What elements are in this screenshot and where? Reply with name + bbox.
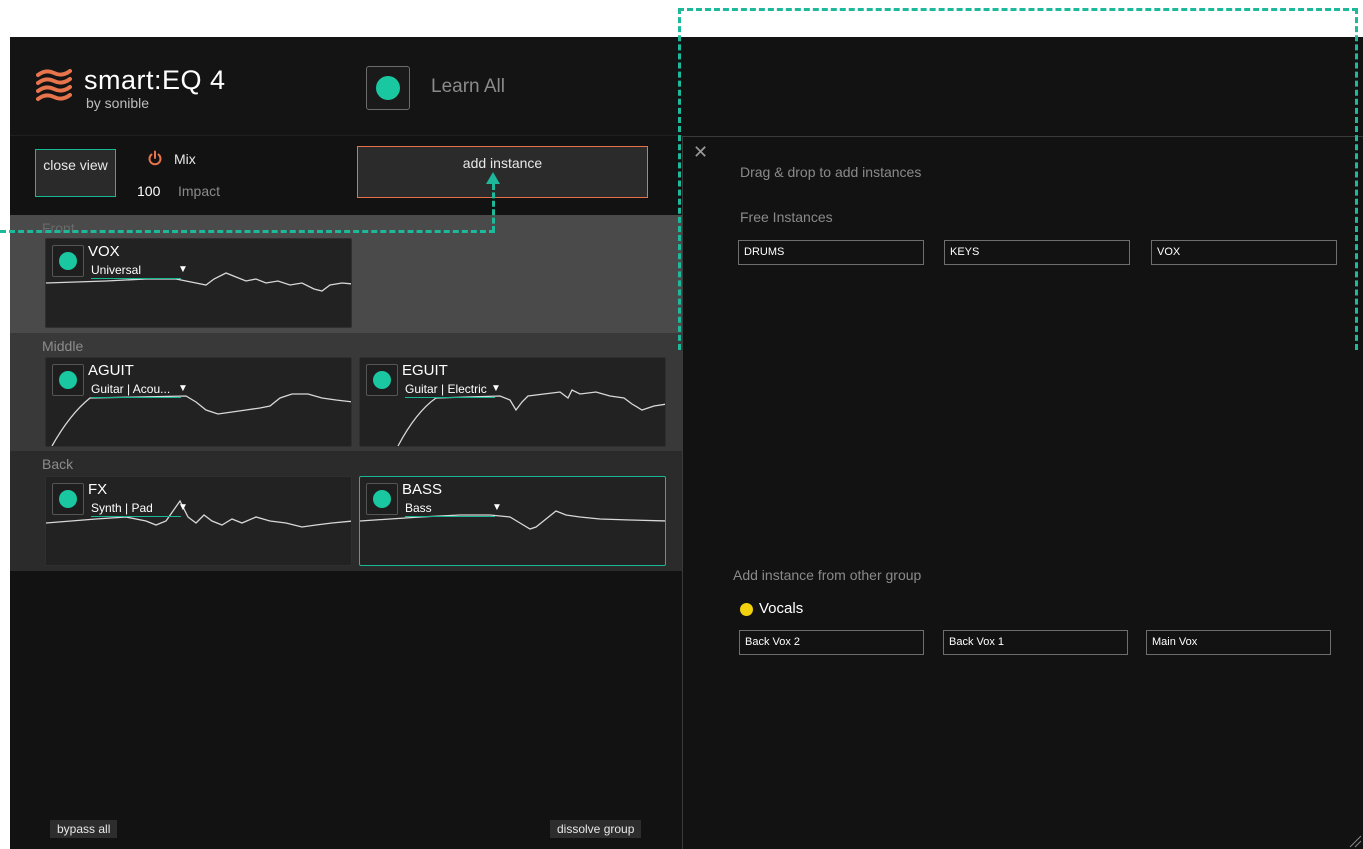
dissolve-group-button[interactable]: dissolve group [550, 820, 642, 838]
free-instance-slot[interactable]: DRUMS [738, 240, 924, 265]
other-group-name: Vocals [759, 600, 804, 617]
learn-all-button[interactable] [366, 66, 410, 110]
group-back: Back FX Synth | Pad ▼ BASS Bass ▼ [10, 451, 682, 571]
track-name: BASS [402, 481, 443, 498]
profile-underline [91, 516, 181, 517]
group-instance-slot[interactable]: Back Vox 2 [739, 630, 924, 655]
active-icon [373, 490, 391, 508]
bypass-all-button[interactable]: bypass all [50, 820, 118, 838]
track-name: AGUIT [88, 362, 134, 379]
learn-all-label: Learn All [431, 76, 505, 97]
add-instance-button[interactable]: add instance [357, 146, 648, 198]
chevron-down-icon[interactable]: ▼ [178, 264, 188, 275]
track-name: VOX [88, 243, 120, 260]
group-label: Front [42, 220, 75, 236]
profile-underline [405, 397, 495, 398]
impact-value[interactable]: 100 [137, 183, 160, 199]
active-icon [59, 252, 77, 270]
track-toggle-button[interactable] [52, 364, 84, 396]
learn-status-icon [376, 76, 400, 100]
annotation-arrow-icon [486, 172, 500, 184]
panel-title: Drag & drop to add instances [740, 164, 922, 180]
free-instance-slot[interactable]: KEYS [944, 240, 1130, 265]
active-icon [59, 371, 77, 389]
group-label: Back [42, 456, 74, 472]
free-instances-label: Free Instances [740, 209, 833, 225]
track-toggle-button[interactable] [52, 483, 84, 515]
profile-select[interactable]: Universal [91, 263, 141, 277]
chevron-down-icon[interactable]: ▼ [178, 502, 188, 513]
sonible-logo-icon [36, 67, 74, 103]
free-instance-slot[interactable]: VOX [1151, 240, 1337, 265]
profile-underline [405, 516, 495, 517]
track-card-fx[interactable]: FX Synth | Pad ▼ [45, 476, 352, 566]
profile-select[interactable]: Synth | Pad [91, 501, 153, 515]
track-toggle-button[interactable] [52, 245, 84, 277]
track-name: EGUIT [402, 362, 448, 379]
track-name: FX [88, 481, 108, 498]
other-group-label: Add instance from other group [733, 567, 922, 583]
annotation-dashed-connector [492, 184, 495, 232]
track-card-eguit[interactable]: EGUIT Guitar | Electric ▼ [359, 357, 666, 447]
mix-power-icon[interactable] [147, 150, 163, 171]
close-view-button[interactable]: close view [35, 149, 116, 197]
track-toggle-button[interactable] [366, 364, 398, 396]
chevron-down-icon[interactable]: ▼ [491, 383, 501, 394]
brand-name: smart:EQ 4 [84, 65, 226, 95]
track-card-bass[interactable]: BASS Bass ▼ [359, 476, 666, 566]
profile-underline [91, 278, 181, 279]
profile-select[interactable]: Bass [405, 501, 432, 515]
plugin-window: smart:EQ 4 by sonible Learn All close vi… [10, 37, 1363, 849]
track-card-vox[interactable]: VOX Universal ▼ [45, 238, 352, 328]
group-middle: Middle AGUIT Guitar | Acou... ▼ EGUIT Gu… [10, 333, 682, 451]
active-icon [59, 490, 77, 508]
track-toggle-button[interactable] [366, 483, 398, 515]
track-card-aguit[interactable]: AGUIT Guitar | Acou... ▼ [45, 357, 352, 447]
close-icon[interactable]: ✕ [693, 142, 708, 163]
screenshot-stage: smart:EQ 4 by sonible Learn All close vi… [0, 0, 1363, 849]
impact-label: Impact [178, 183, 221, 199]
profile-select[interactable]: Guitar | Acou... [91, 382, 170, 396]
plugin-header: smart:EQ 4 by sonible Learn All [10, 37, 682, 136]
group-color-icon [740, 603, 753, 616]
annotation-dashed-line [0, 230, 495, 233]
chevron-down-icon[interactable]: ▼ [492, 502, 502, 513]
profile-underline [91, 397, 181, 398]
mix-label: Mix [174, 151, 196, 167]
profile-select[interactable]: Guitar | Electric [405, 382, 487, 396]
header-spacer [682, 37, 1363, 136]
group-label: Middle [42, 338, 84, 354]
brand-byline: by sonible [86, 95, 150, 111]
instances-panel: ✕ Drag & drop to add instances Free Inst… [682, 136, 1363, 849]
active-icon [373, 371, 391, 389]
group-instance-slot[interactable]: Main Vox [1146, 630, 1331, 655]
group-instance-slot[interactable]: Back Vox 1 [943, 630, 1128, 655]
chevron-down-icon[interactable]: ▼ [178, 383, 188, 394]
resize-handle-icon[interactable] [1348, 834, 1362, 849]
